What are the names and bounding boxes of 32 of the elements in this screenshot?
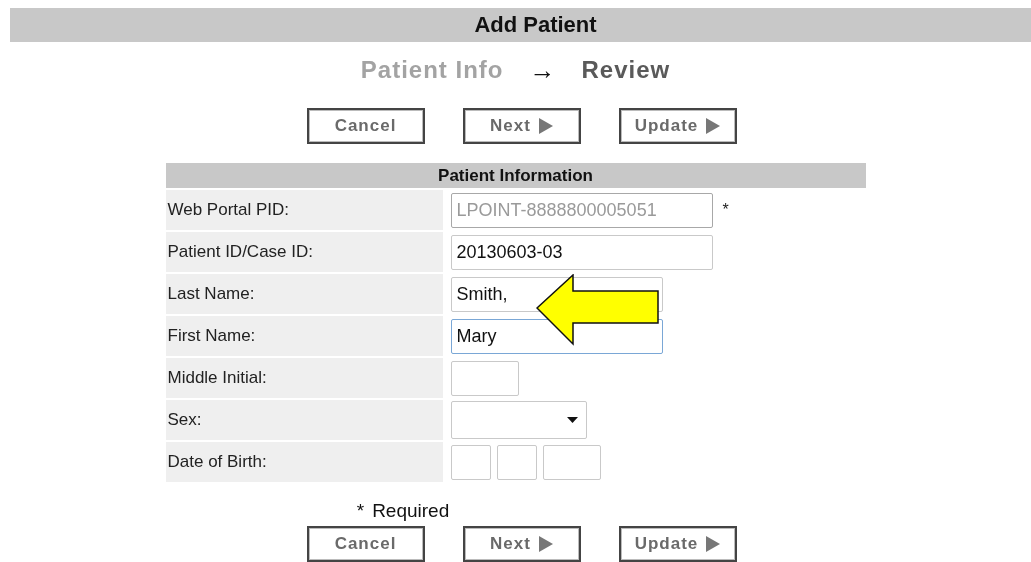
play-icon xyxy=(538,536,553,552)
required-note: Required xyxy=(372,500,450,522)
field-label: Middle Initial: xyxy=(165,358,443,398)
play-icon xyxy=(706,118,721,134)
play-icon xyxy=(706,536,721,552)
next-button[interactable]: Next xyxy=(462,526,581,562)
date-field[interactable] xyxy=(450,444,491,480)
field-label: Patient ID/Case ID: xyxy=(165,232,443,272)
cancel-button[interactable]: Cancel xyxy=(306,108,425,144)
step-arrow: → xyxy=(529,54,556,86)
caret-icon xyxy=(566,417,578,423)
field-label: Last Name: xyxy=(165,274,443,314)
next-button[interactable]: Next xyxy=(462,108,581,144)
field-label: First Name: xyxy=(165,316,443,356)
field-label: Web Portal PID: xyxy=(165,190,443,230)
required-mark: * xyxy=(722,201,729,219)
cancel-button[interactable]: Cancel xyxy=(306,526,425,562)
field-label: Sex: xyxy=(165,400,443,440)
page-title: Add Patient xyxy=(473,12,597,38)
field-label: Date of Birth: xyxy=(165,442,443,482)
section-header: Patient Information xyxy=(165,163,866,188)
next-button[interactable]: Update xyxy=(618,526,737,562)
date-field[interactable] xyxy=(496,444,537,480)
dropdown[interactable] xyxy=(450,401,587,439)
date-field[interactable] xyxy=(542,444,601,480)
text-field[interactable] xyxy=(450,360,519,396)
step-label: Review xyxy=(581,56,671,84)
step-label: Patient Info xyxy=(360,56,504,84)
required-mark: * xyxy=(356,500,365,522)
next-button[interactable]: Update xyxy=(618,108,737,144)
play-icon xyxy=(538,118,553,134)
text-field[interactable]: 20130603-03 xyxy=(450,234,713,270)
